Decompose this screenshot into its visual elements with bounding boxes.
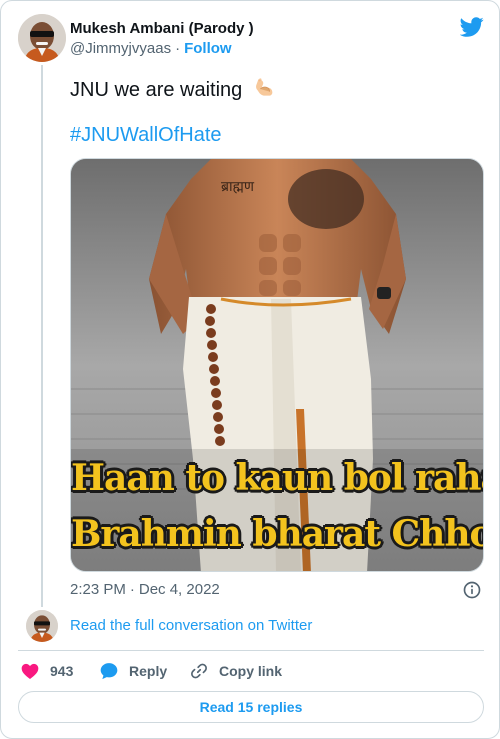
actions-divider bbox=[18, 650, 484, 651]
tweet-image-graphic: ब्राह्मण bbox=[71, 159, 483, 571]
copy-link-label: Copy link bbox=[219, 663, 283, 679]
read-replies-button[interactable]: Read 15 replies bbox=[18, 691, 484, 723]
author-handle-row: @Jimmyjvyaas · Follow bbox=[70, 40, 232, 57]
timestamp-separator: · bbox=[129, 581, 135, 598]
hashtag-link[interactable]: #JNUWallOfHate bbox=[70, 123, 222, 147]
author-avatar-image bbox=[18, 14, 66, 62]
author-name[interactable]: Mukesh Ambani (Parody ) bbox=[70, 20, 254, 37]
tweet-time: 2:23 PM bbox=[70, 581, 126, 598]
heart-icon bbox=[21, 663, 39, 679]
tweet-image[interactable]: ब्राह्मण Haan to kaun bol rah Brahmin bh… bbox=[70, 158, 484, 572]
tweet-text-content: JNU we are waiting bbox=[70, 79, 243, 101]
image-caption-line-2: Brahmin bharat Chhod do? bbox=[71, 513, 483, 555]
conversation-avatar[interactable] bbox=[26, 610, 58, 642]
reply-label: Reply bbox=[129, 663, 168, 679]
thread-line bbox=[41, 65, 43, 607]
image-caption-line-1: Haan to kaun bol raha tha bbox=[71, 457, 483, 499]
tweet-timestamp[interactable]: 2:23 PM · Dec 4, 2022 bbox=[70, 581, 220, 598]
author-handle[interactable]: @Jimmyjvyaas bbox=[70, 40, 171, 57]
speech-bubble-icon bbox=[100, 663, 118, 680]
tweet-text: JNU we are waiting bbox=[70, 75, 275, 102]
conversation-avatar-image bbox=[26, 610, 58, 642]
link-icon bbox=[191, 663, 207, 679]
handle-separator: · bbox=[175, 40, 181, 57]
twitter-bird-icon[interactable] bbox=[460, 15, 484, 39]
copy-link-button[interactable]: Copy link bbox=[189, 661, 282, 681]
tweet-date: Dec 4, 2022 bbox=[138, 581, 220, 598]
follow-button[interactable]: Follow bbox=[184, 40, 232, 57]
tattoo-text: ब्राह्मण bbox=[221, 179, 255, 195]
reply-button[interactable]: Reply bbox=[99, 661, 167, 681]
like-count: 943 bbox=[50, 663, 74, 679]
flexed-biceps-emoji-icon bbox=[255, 78, 273, 96]
tweet-embed-card: Mukesh Ambani (Parody ) @Jimmyjvyaas · Fol… bbox=[0, 0, 500, 739]
like-button[interactable]: 943 bbox=[20, 661, 73, 681]
info-icon[interactable] bbox=[462, 580, 482, 600]
read-conversation-link[interactable]: Read the full conversation on Twitter bbox=[70, 617, 312, 634]
author-avatar[interactable] bbox=[18, 14, 66, 62]
